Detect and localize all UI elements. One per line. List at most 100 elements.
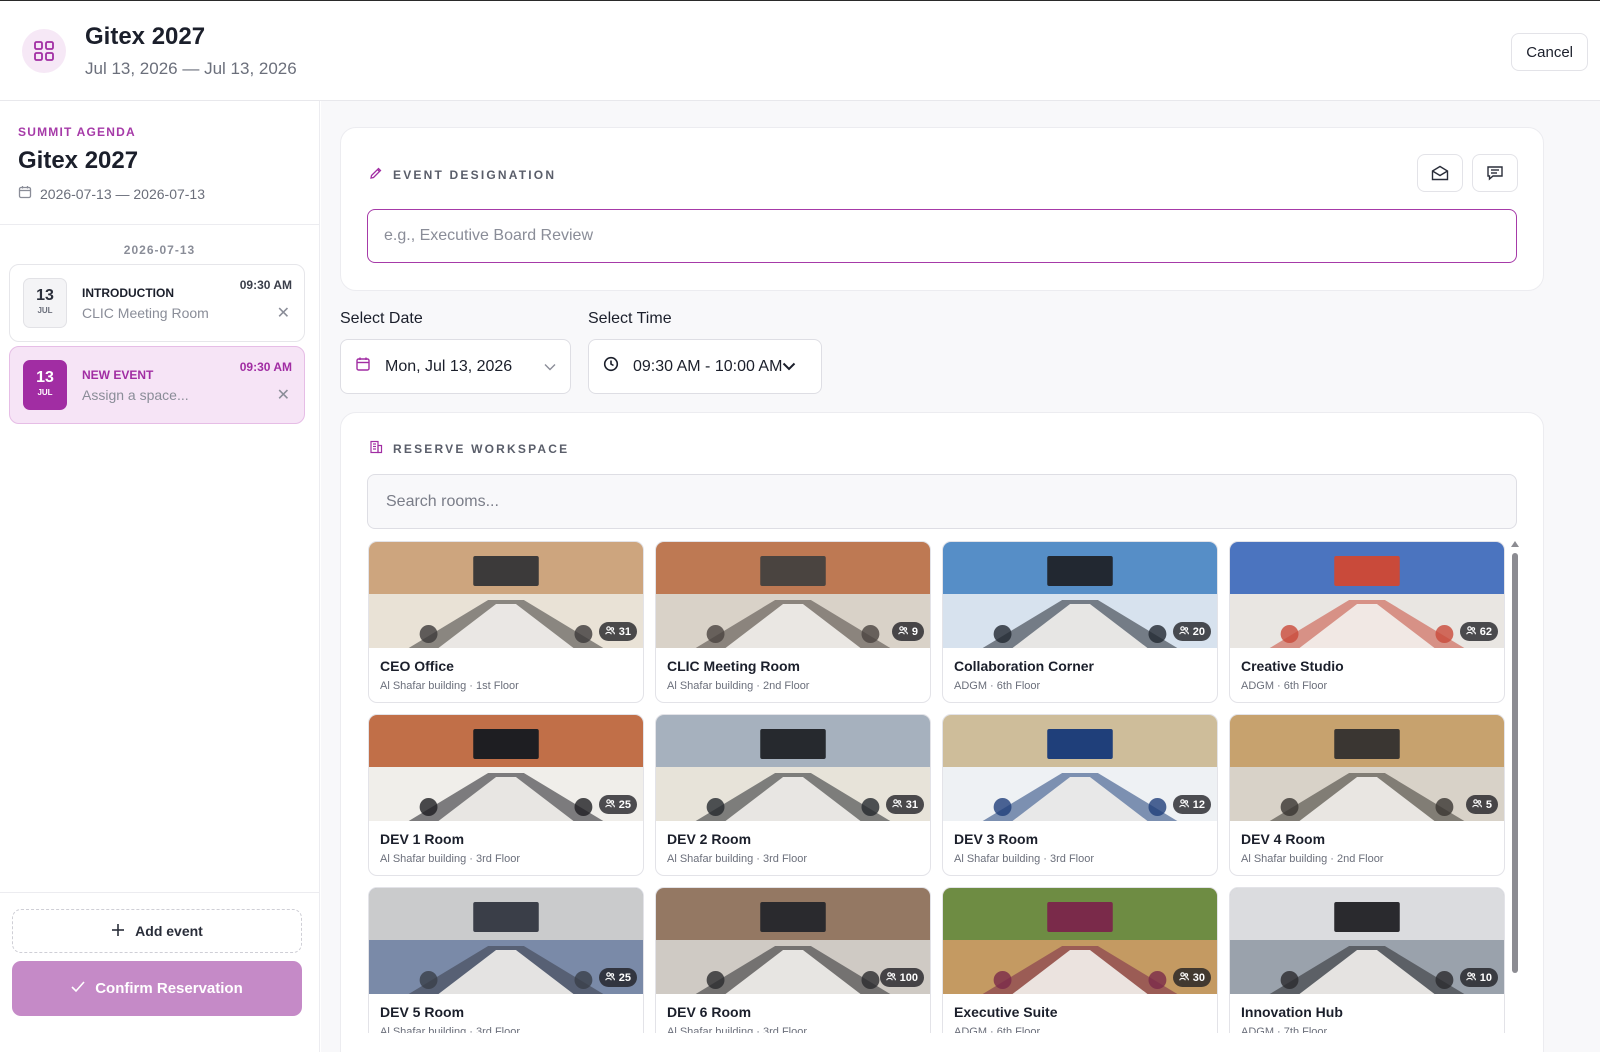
agenda-header: SUMMIT AGENDA Gitex 2027 2026-07-13 — 20…	[0, 101, 319, 225]
room-card[interactable]: 12 DEV 3 Room Al Shafar building · 3rd Flo…	[942, 714, 1218, 876]
room-name: Creative Studio	[1241, 658, 1344, 674]
room-location: Al Shafar building · 3rd Floor	[667, 853, 808, 865]
capacity-count: 25	[618, 971, 631, 984]
agenda-kicker: SUMMIT AGENDA	[18, 125, 136, 139]
capacity-count: 25	[618, 798, 631, 811]
room-card[interactable]: 100 DEV 6 Room Al Shafar building · 3rd Fl…	[655, 887, 931, 1033]
room-name: CEO Office	[380, 658, 454, 674]
scroll-up-arrow[interactable]	[1511, 541, 1519, 547]
room-location: Al Shafar building · 2nd Floor	[1241, 853, 1384, 865]
capacity-badge: 31	[885, 795, 924, 814]
reserve-workspace-label: RESERVE WORKSPACE	[393, 441, 570, 456]
close-icon[interactable]: ✕	[277, 388, 290, 404]
grid-icon	[22, 29, 66, 73]
event-card-new-event[interactable]: 13 JUL NEW EVENT Assign a space... 09:30…	[9, 346, 305, 424]
capacity-count: 30	[1192, 971, 1205, 984]
room-location: Al Shafar building · 1st Floor	[380, 680, 519, 692]
sidebar-footer: Add event Confirm Reservation	[0, 892, 320, 1052]
confirm-reservation-label: Confirm Reservation	[95, 980, 243, 997]
plus-icon	[111, 923, 125, 940]
room-card[interactable]: 25 DEV 1 Room Al Shafar building · 3rd Flo…	[368, 714, 644, 876]
add-event-label: Add event	[135, 923, 203, 939]
people-icon	[892, 798, 902, 811]
room-search-input[interactable]	[367, 474, 1517, 529]
capacity-badge: 25	[598, 795, 637, 814]
event-name: INTRODUCTION	[82, 286, 174, 300]
date-picker-value: Mon, Jul 13, 2026	[385, 357, 513, 375]
people-icon	[1472, 798, 1482, 811]
room-name: DEV 4 Room	[1241, 831, 1326, 847]
people-icon	[898, 625, 908, 638]
people-icon	[1179, 625, 1189, 638]
room-card[interactable]: 31 DEV 2 Room Al Shafar building · 3rd Flo…	[655, 714, 931, 876]
event-card-introduction[interactable]: 13 JUL INTRODUCTION CLIC Meeting Room 09…	[9, 264, 305, 342]
pencil-icon	[369, 166, 383, 183]
event-date-badge: 13 JUL	[23, 278, 67, 328]
cancel-button[interactable]: Cancel	[1511, 33, 1588, 71]
room-card[interactable]: 62 Creative Studio ADGM · 6th Floor	[1229, 541, 1505, 703]
people-icon	[605, 625, 615, 638]
select-date-label: Select Date	[340, 310, 423, 327]
capacity-badge: 30	[1172, 968, 1211, 987]
reserve-workspace-heading: RESERVE WORKSPACE	[369, 440, 569, 457]
chevron-down-icon	[782, 358, 796, 376]
capacity-badge: 5	[1465, 795, 1498, 814]
page-title: Gitex 2027	[85, 23, 206, 50]
capacity-badge: 10	[1459, 968, 1498, 987]
select-time-label: Select Time	[588, 310, 672, 327]
confirm-reservation-button[interactable]: Confirm Reservation	[12, 961, 302, 1016]
check-icon	[71, 980, 85, 997]
event-room: Assign a space...	[82, 387, 189, 403]
room-card[interactable]: 9 CLIC Meeting Room Al Shafar building · 2…	[655, 541, 931, 703]
event-designation-heading: EVENT DESIGNATION	[369, 166, 556, 183]
room-location: Al Shafar building · 3rd Floor	[954, 853, 1095, 865]
capacity-count: 12	[1192, 798, 1205, 811]
people-icon	[1466, 971, 1476, 984]
mail-open-icon[interactable]	[1417, 154, 1463, 192]
close-icon[interactable]: ✕	[277, 306, 290, 322]
event-day: 13	[36, 369, 54, 386]
event-time: 09:30 AM	[239, 360, 292, 374]
room-name: CLIC Meeting Room	[667, 658, 800, 674]
people-icon	[885, 971, 896, 984]
event-time: 09:30 AM	[239, 278, 292, 292]
time-picker[interactable]: 09:30 AM - 10:00 AM	[588, 339, 822, 394]
comment-icon[interactable]	[1472, 154, 1518, 192]
room-card[interactable]: 30 Executive Suite ADGM · 6th Floor	[942, 887, 1218, 1033]
calendar-icon	[18, 185, 32, 202]
room-card[interactable]: 25 DEV 5 Room Al Shafar building · 3rd Flo…	[368, 887, 644, 1033]
people-icon	[1179, 971, 1189, 984]
people-icon	[1466, 625, 1476, 638]
room-card[interactable]: 20 Collaboration Corner ADGM · 6th Floor	[942, 541, 1218, 703]
agenda-range: 2026-07-13 — 2026-07-13	[18, 185, 301, 202]
scroll-thumb[interactable]	[1512, 553, 1518, 973]
date-picker[interactable]: Mon, Jul 13, 2026	[340, 339, 571, 394]
room-location: Al Shafar building · 3rd Floor	[380, 853, 521, 865]
event-room: CLIC Meeting Room	[82, 305, 209, 321]
calendar-icon	[355, 356, 371, 377]
room-location: Al Shafar building · 2nd Floor	[667, 680, 810, 692]
capacity-badge: 12	[1172, 795, 1211, 814]
agenda-title: Gitex 2027	[18, 147, 139, 174]
room-card[interactable]: 10 Innovation Hub ADGM · 7th Floor	[1229, 887, 1505, 1033]
agenda-range-text: 2026-07-13 — 2026-07-13	[40, 185, 206, 202]
room-grid-scrollbar[interactable]	[1511, 541, 1519, 981]
room-card[interactable]: 5 DEV 4 Room Al Shafar building · 2nd Floo…	[1229, 714, 1505, 876]
event-date-badge: 13 JUL	[23, 360, 67, 410]
capacity-badge: 62	[1459, 622, 1498, 641]
room-photo	[656, 542, 930, 648]
room-location: ADGM · 6th Floor	[1241, 680, 1328, 692]
event-month: JUL	[37, 388, 53, 397]
add-event-button[interactable]: Add event	[12, 909, 302, 953]
room-location: Al Shafar building · 3rd Floor	[380, 1026, 521, 1033]
clock-icon	[603, 356, 619, 377]
room-location: Al Shafar building · 3rd Floor	[667, 1026, 808, 1033]
capacity-count: 5	[1485, 798, 1492, 811]
room-card[interactable]: 31 CEO Office Al Shafar building · 1st Flo…	[368, 541, 644, 703]
capacity-count: 100	[899, 971, 918, 984]
capacity-badge: 25	[598, 968, 637, 987]
event-name-input[interactable]	[367, 209, 1517, 263]
capacity-count: 31	[618, 625, 631, 638]
capacity-count: 20	[1192, 625, 1205, 638]
people-icon	[605, 971, 615, 984]
